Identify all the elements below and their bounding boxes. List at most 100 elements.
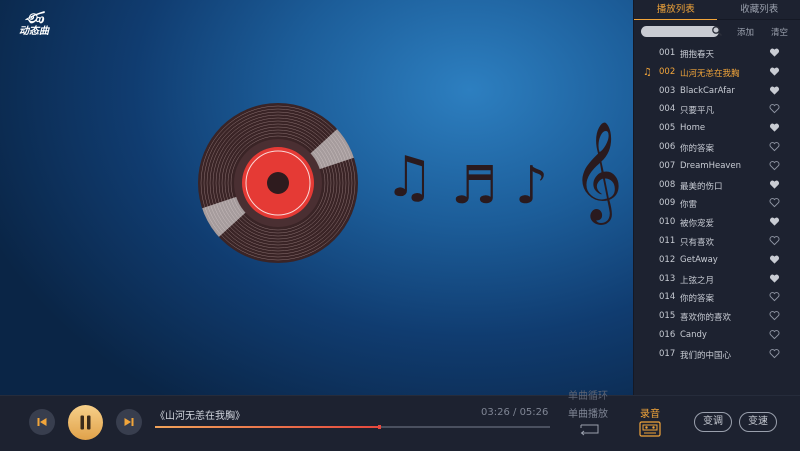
playlist-item[interactable]: 011只有喜欢 <box>634 232 800 251</box>
heart-icon[interactable] <box>769 235 780 246</box>
total-time: 05:26 <box>520 407 549 418</box>
playlist-toolbar: 添加 清空 <box>634 20 800 44</box>
song-name: GetAway <box>680 255 718 265</box>
previous-button[interactable] <box>29 409 55 435</box>
heart-icon[interactable] <box>769 216 780 227</box>
sidebar-tabs: 播放列表 收藏列表 <box>634 0 800 20</box>
song-name: 只有喜欢 <box>680 236 714 248</box>
heart-icon[interactable] <box>769 122 780 133</box>
playlist-item[interactable]: 001 拥抱春天 <box>634 44 800 63</box>
playlist-item[interactable]: 003BlackCarAfar <box>634 82 800 101</box>
heart-icon[interactable] <box>769 47 780 58</box>
song-name: 上弦之月 <box>680 274 714 286</box>
song-number: 003 <box>659 86 675 96</box>
song-number: 002 <box>659 67 675 77</box>
song-name: 我们的中国心 <box>680 349 731 361</box>
playlist: 001拥抱春天♫002山河无恙在我胸003BlackCarAfar004只要平凡… <box>634 44 800 364</box>
song-number: 004 <box>659 104 675 114</box>
song-number: 007 <box>659 161 675 171</box>
song-name: 你的答案 <box>680 142 714 154</box>
playlist-item[interactable]: 007 DreamHeaven <box>634 157 800 176</box>
playlist-sidebar: 播放列表 收藏列表 添加 清空 001拥抱春天♫002山河无恙在我胸003Bla… <box>633 0 800 395</box>
playlist-item[interactable]: 012 GetAway <box>634 251 800 270</box>
player-stage: ණ 动态曲 ♫ ♬ ♪ 𝄞 <box>0 0 633 395</box>
song-name: 喜欢你的喜欢 <box>680 311 731 323</box>
pause-button[interactable] <box>68 405 103 440</box>
cassette-icon[interactable] <box>639 421 661 437</box>
heart-icon[interactable] <box>769 103 780 114</box>
current-time: 03:26 <box>481 407 510 418</box>
heart-icon[interactable] <box>769 85 780 96</box>
heart-icon[interactable] <box>769 348 780 359</box>
playlist-item[interactable]: 008 最美的伤口 <box>634 176 800 195</box>
playlist-item[interactable]: 014你的答案 <box>634 288 800 307</box>
song-number: 012 <box>659 255 675 265</box>
repeat-single-icon[interactable] <box>578 422 602 436</box>
heart-icon[interactable] <box>769 141 780 152</box>
song-number: 013 <box>659 274 675 284</box>
next-icon <box>116 409 142 435</box>
pitch-button[interactable]: 变调 <box>694 412 732 432</box>
song-name: DreamHeaven <box>680 161 741 171</box>
mode-loop-label[interactable]: 单曲循环 <box>568 387 608 402</box>
playlist-item[interactable]: 015 喜欢你的喜欢 <box>634 307 800 326</box>
song-number: 001 <box>659 48 675 58</box>
heart-icon[interactable] <box>769 310 780 321</box>
music-note-icon: ♫ <box>643 67 652 78</box>
song-number: 005 <box>659 123 675 133</box>
tab-favorites[interactable]: 收藏列表 <box>718 0 800 20</box>
sixteenth-note-icon: ♬ <box>451 160 498 212</box>
song-name: 拥抱春天 <box>680 48 714 60</box>
progress-fill <box>155 426 380 428</box>
search-input[interactable] <box>641 26 719 37</box>
heart-icon[interactable] <box>769 254 780 265</box>
mode-single-label[interactable]: 单曲播放 <box>568 405 608 420</box>
song-name: 最美的伤口 <box>680 180 723 192</box>
progress-handle[interactable] <box>378 425 381 429</box>
heart-icon[interactable] <box>769 66 780 77</box>
song-number: 015 <box>659 311 675 321</box>
heart-icon[interactable] <box>769 160 780 171</box>
song-title: 《山河无恙在我胸》 <box>155 407 245 422</box>
song-name: 你雷 <box>680 198 697 210</box>
song-name: 被你宠爱 <box>680 217 714 229</box>
playlist-item[interactable]: ♫002山河无恙在我胸 <box>634 63 800 82</box>
song-number: 017 <box>659 349 675 359</box>
song-number: 008 <box>659 180 675 190</box>
playlist-item[interactable]: 017 我们的中国心 <box>634 345 800 364</box>
record-label[interactable]: 录音 <box>640 405 660 420</box>
playlist-item[interactable]: 005Home <box>634 119 800 138</box>
clear-button[interactable]: 清空 <box>771 26 788 38</box>
playlist-item[interactable]: 013 上弦之月 <box>634 270 800 289</box>
song-number: 010 <box>659 217 675 227</box>
app-logo: ණ 动态曲 <box>14 10 54 38</box>
song-number: 016 <box>659 330 675 340</box>
progress-bar[interactable] <box>155 426 550 428</box>
vinyl-record-icon <box>196 101 360 265</box>
player-controls: 《山河无恙在我胸》 03:26 / 05:26 单曲循环 单曲播放 录音 变调 … <box>0 395 800 451</box>
heart-icon[interactable] <box>769 329 780 340</box>
heart-icon[interactable] <box>769 291 780 302</box>
treble-clef-icon: 𝄞 <box>572 128 623 214</box>
pause-icon <box>68 405 103 440</box>
heart-icon[interactable] <box>769 179 780 190</box>
playlist-item[interactable]: 009你雷 <box>634 194 800 213</box>
heart-icon[interactable] <box>769 273 780 284</box>
eighth-note-icon: ♪ <box>515 160 548 212</box>
time-separator: / <box>510 407 520 418</box>
playlist-item[interactable]: 016 Candy <box>634 326 800 345</box>
heart-icon[interactable] <box>769 197 780 208</box>
add-button[interactable]: 添加 <box>737 26 754 38</box>
logo-icon: ණ <box>14 10 54 26</box>
speed-button[interactable]: 变速 <box>739 412 777 432</box>
playlist-item[interactable]: 004 只要平凡 <box>634 100 800 119</box>
playlist-item[interactable]: 006你的答案 <box>634 138 800 157</box>
eighth-notes-icon: ♫ <box>384 150 434 206</box>
next-button[interactable] <box>116 409 142 435</box>
search-icon[interactable] <box>711 25 723 37</box>
previous-icon <box>29 409 55 435</box>
tab-playlist[interactable]: 播放列表 <box>634 0 718 20</box>
playlist-item[interactable]: 010 被你宠爱 <box>634 213 800 232</box>
song-name: Candy <box>680 330 707 340</box>
song-name: 只要平凡 <box>680 104 714 116</box>
